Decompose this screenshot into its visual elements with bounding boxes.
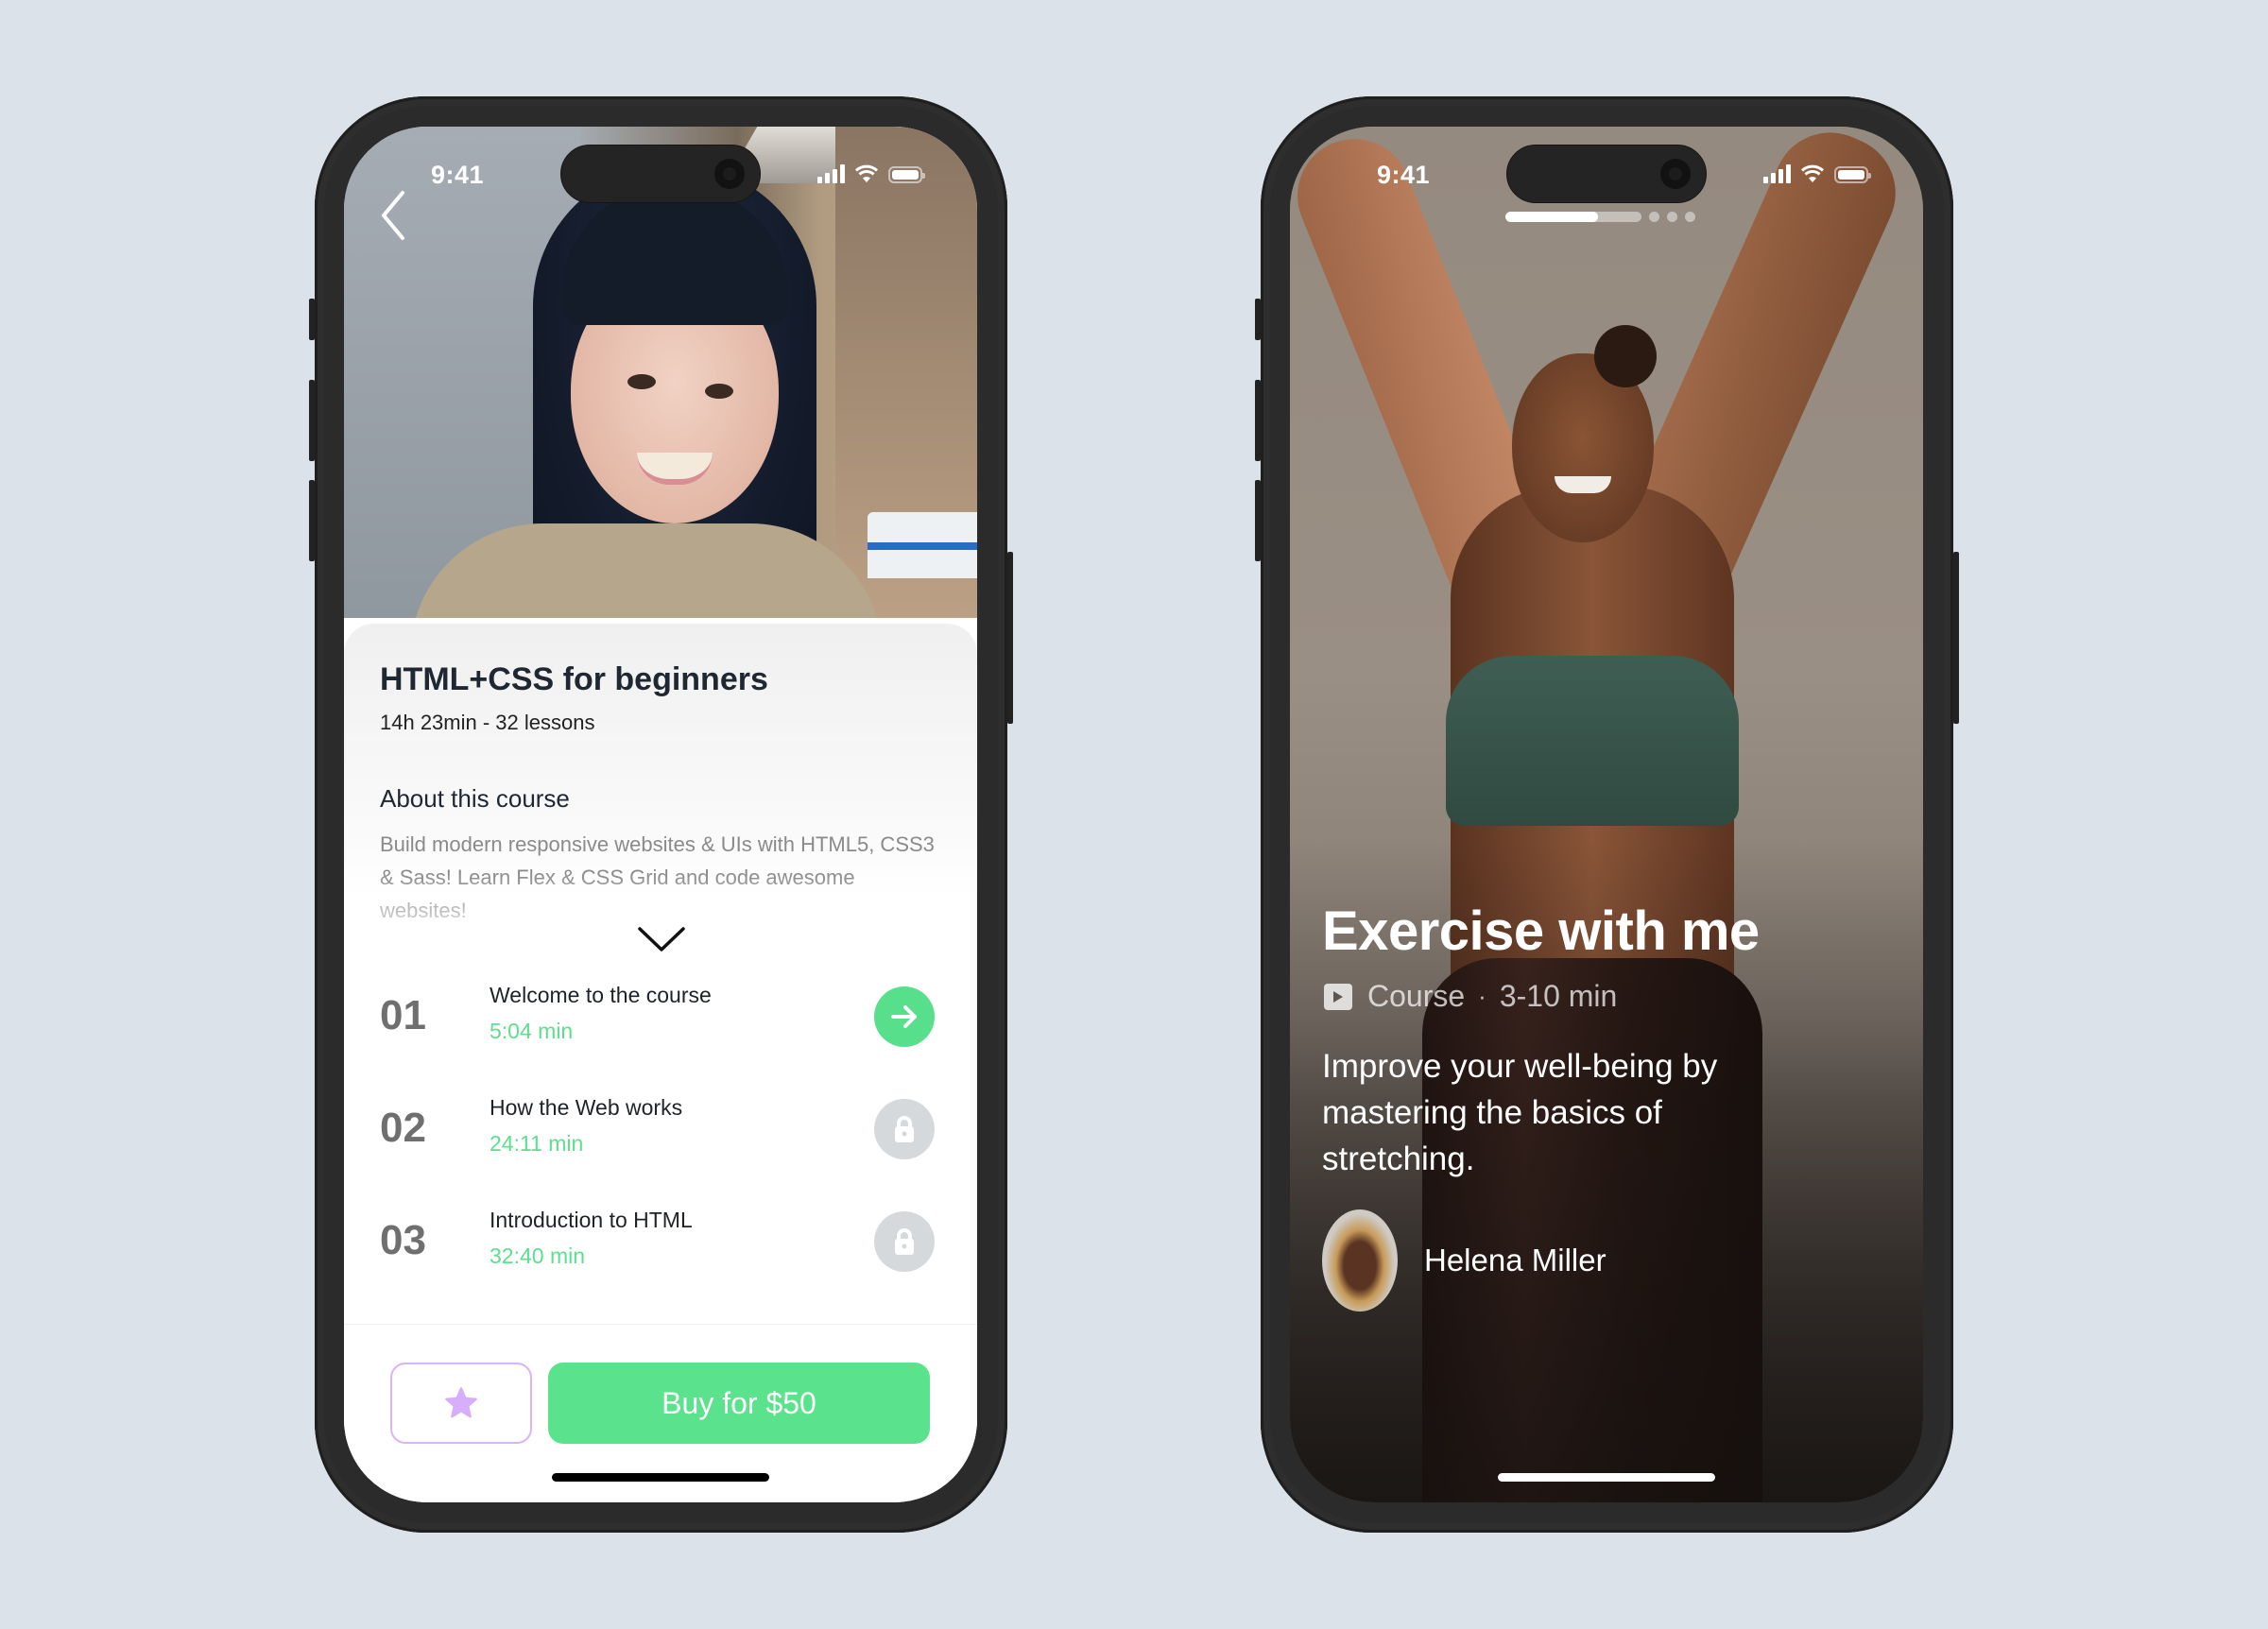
lesson-item[interactable]: 02 How the Web works 24:11 min bbox=[344, 1076, 977, 1190]
lesson-number: 01 bbox=[380, 992, 426, 1038]
locked-lesson-button[interactable] bbox=[874, 1099, 935, 1159]
lesson-title: Welcome to the course bbox=[490, 983, 712, 1007]
screen: 9:41 Exercise with me Course · 3-10 min … bbox=[1290, 127, 1923, 1502]
play-lesson-button[interactable] bbox=[874, 986, 935, 1047]
cellular-signal-icon bbox=[817, 164, 845, 183]
screen: 9:41 HTML+CSS for beginners 14h 23min - … bbox=[344, 127, 977, 1502]
camera-icon bbox=[1660, 159, 1691, 189]
lesson-title: How the Web works bbox=[490, 1095, 683, 1120]
story-progress-segment[interactable] bbox=[1649, 212, 1659, 222]
power-button bbox=[1007, 552, 1013, 724]
story-progress-segment-active[interactable] bbox=[1505, 212, 1641, 222]
battery-icon bbox=[1834, 166, 1871, 183]
star-icon bbox=[445, 1387, 477, 1418]
content-type: Course bbox=[1367, 979, 1466, 1013]
play-video-icon bbox=[1324, 983, 1352, 1010]
lesson-number: 02 bbox=[380, 1105, 426, 1151]
story-title: Exercise with me bbox=[1322, 900, 1760, 962]
lesson-list: 01 Welcome to the course 5:04 min 02 How… bbox=[344, 964, 977, 1304]
cellular-signal-icon bbox=[1763, 164, 1791, 183]
story-progress-fill bbox=[1505, 212, 1598, 222]
status-time: 9:41 bbox=[1377, 161, 1431, 189]
phone-course-detail: 9:41 HTML+CSS for beginners 14h 23min - … bbox=[309, 96, 1013, 1533]
locked-lesson-button[interactable] bbox=[874, 1211, 935, 1272]
lock-icon bbox=[895, 1116, 914, 1142]
story-description: Improve your well-being by mastering the… bbox=[1322, 1048, 1718, 1177]
status-time: 9:41 bbox=[431, 161, 485, 189]
arrow-right-icon bbox=[891, 1005, 917, 1028]
lesson-duration: 24:11 min bbox=[490, 1131, 584, 1156]
story-progress-segment[interactable] bbox=[1685, 212, 1695, 222]
lesson-duration: 32:40 min bbox=[490, 1243, 586, 1268]
power-button bbox=[1953, 552, 1959, 724]
lesson-item[interactable]: 04 Hello world bbox=[344, 1301, 977, 1304]
author[interactable]: Helena Miller bbox=[1322, 1209, 1606, 1312]
lesson-item[interactable]: 03 Introduction to HTML 32:40 min bbox=[344, 1189, 977, 1302]
buy-button[interactable]: Buy for $50 bbox=[548, 1363, 930, 1444]
back-button[interactable] bbox=[374, 189, 412, 242]
expand-description-button[interactable] bbox=[635, 920, 688, 958]
about-heading: About this course bbox=[380, 784, 570, 813]
home-indicator[interactable] bbox=[1498, 1473, 1715, 1482]
course-title: HTML+CSS for beginners bbox=[380, 661, 768, 697]
dynamic-island bbox=[1506, 145, 1707, 203]
chevron-left-icon bbox=[382, 191, 404, 240]
story-progress bbox=[1505, 212, 1695, 222]
battery-icon bbox=[888, 166, 925, 183]
wifi-icon bbox=[854, 164, 879, 182]
lock-icon bbox=[895, 1228, 914, 1255]
lesson-number: 03 bbox=[380, 1217, 426, 1263]
favorite-button[interactable] bbox=[390, 1363, 532, 1444]
camera-icon bbox=[714, 159, 745, 189]
about-text: Build modern responsive websites & UIs w… bbox=[380, 832, 935, 922]
lesson-title: Introduction to HTML bbox=[490, 1208, 693, 1232]
dynamic-island bbox=[560, 145, 761, 203]
avatar[interactable] bbox=[1322, 1209, 1398, 1312]
wifi-icon bbox=[1800, 164, 1825, 182]
home-indicator[interactable] bbox=[552, 1473, 769, 1482]
chevron-down-icon bbox=[638, 927, 685, 952]
meta-separator: · bbox=[1478, 982, 1486, 1010]
course-meta: 14h 23min - 32 lessons bbox=[380, 711, 595, 734]
phone-exercise-story: 9:41 Exercise with me Course · 3-10 min … bbox=[1255, 96, 1959, 1533]
author-name[interactable]: Helena Miller bbox=[1424, 1243, 1606, 1278]
story-meta: Course · 3-10 min bbox=[1324, 979, 1617, 1014]
lesson-item[interactable]: 01 Welcome to the course 5:04 min bbox=[344, 964, 977, 1077]
story-progress-segment[interactable] bbox=[1667, 212, 1677, 222]
lesson-duration: 5:04 min bbox=[490, 1019, 574, 1043]
content-duration: 3-10 min bbox=[1499, 979, 1618, 1013]
